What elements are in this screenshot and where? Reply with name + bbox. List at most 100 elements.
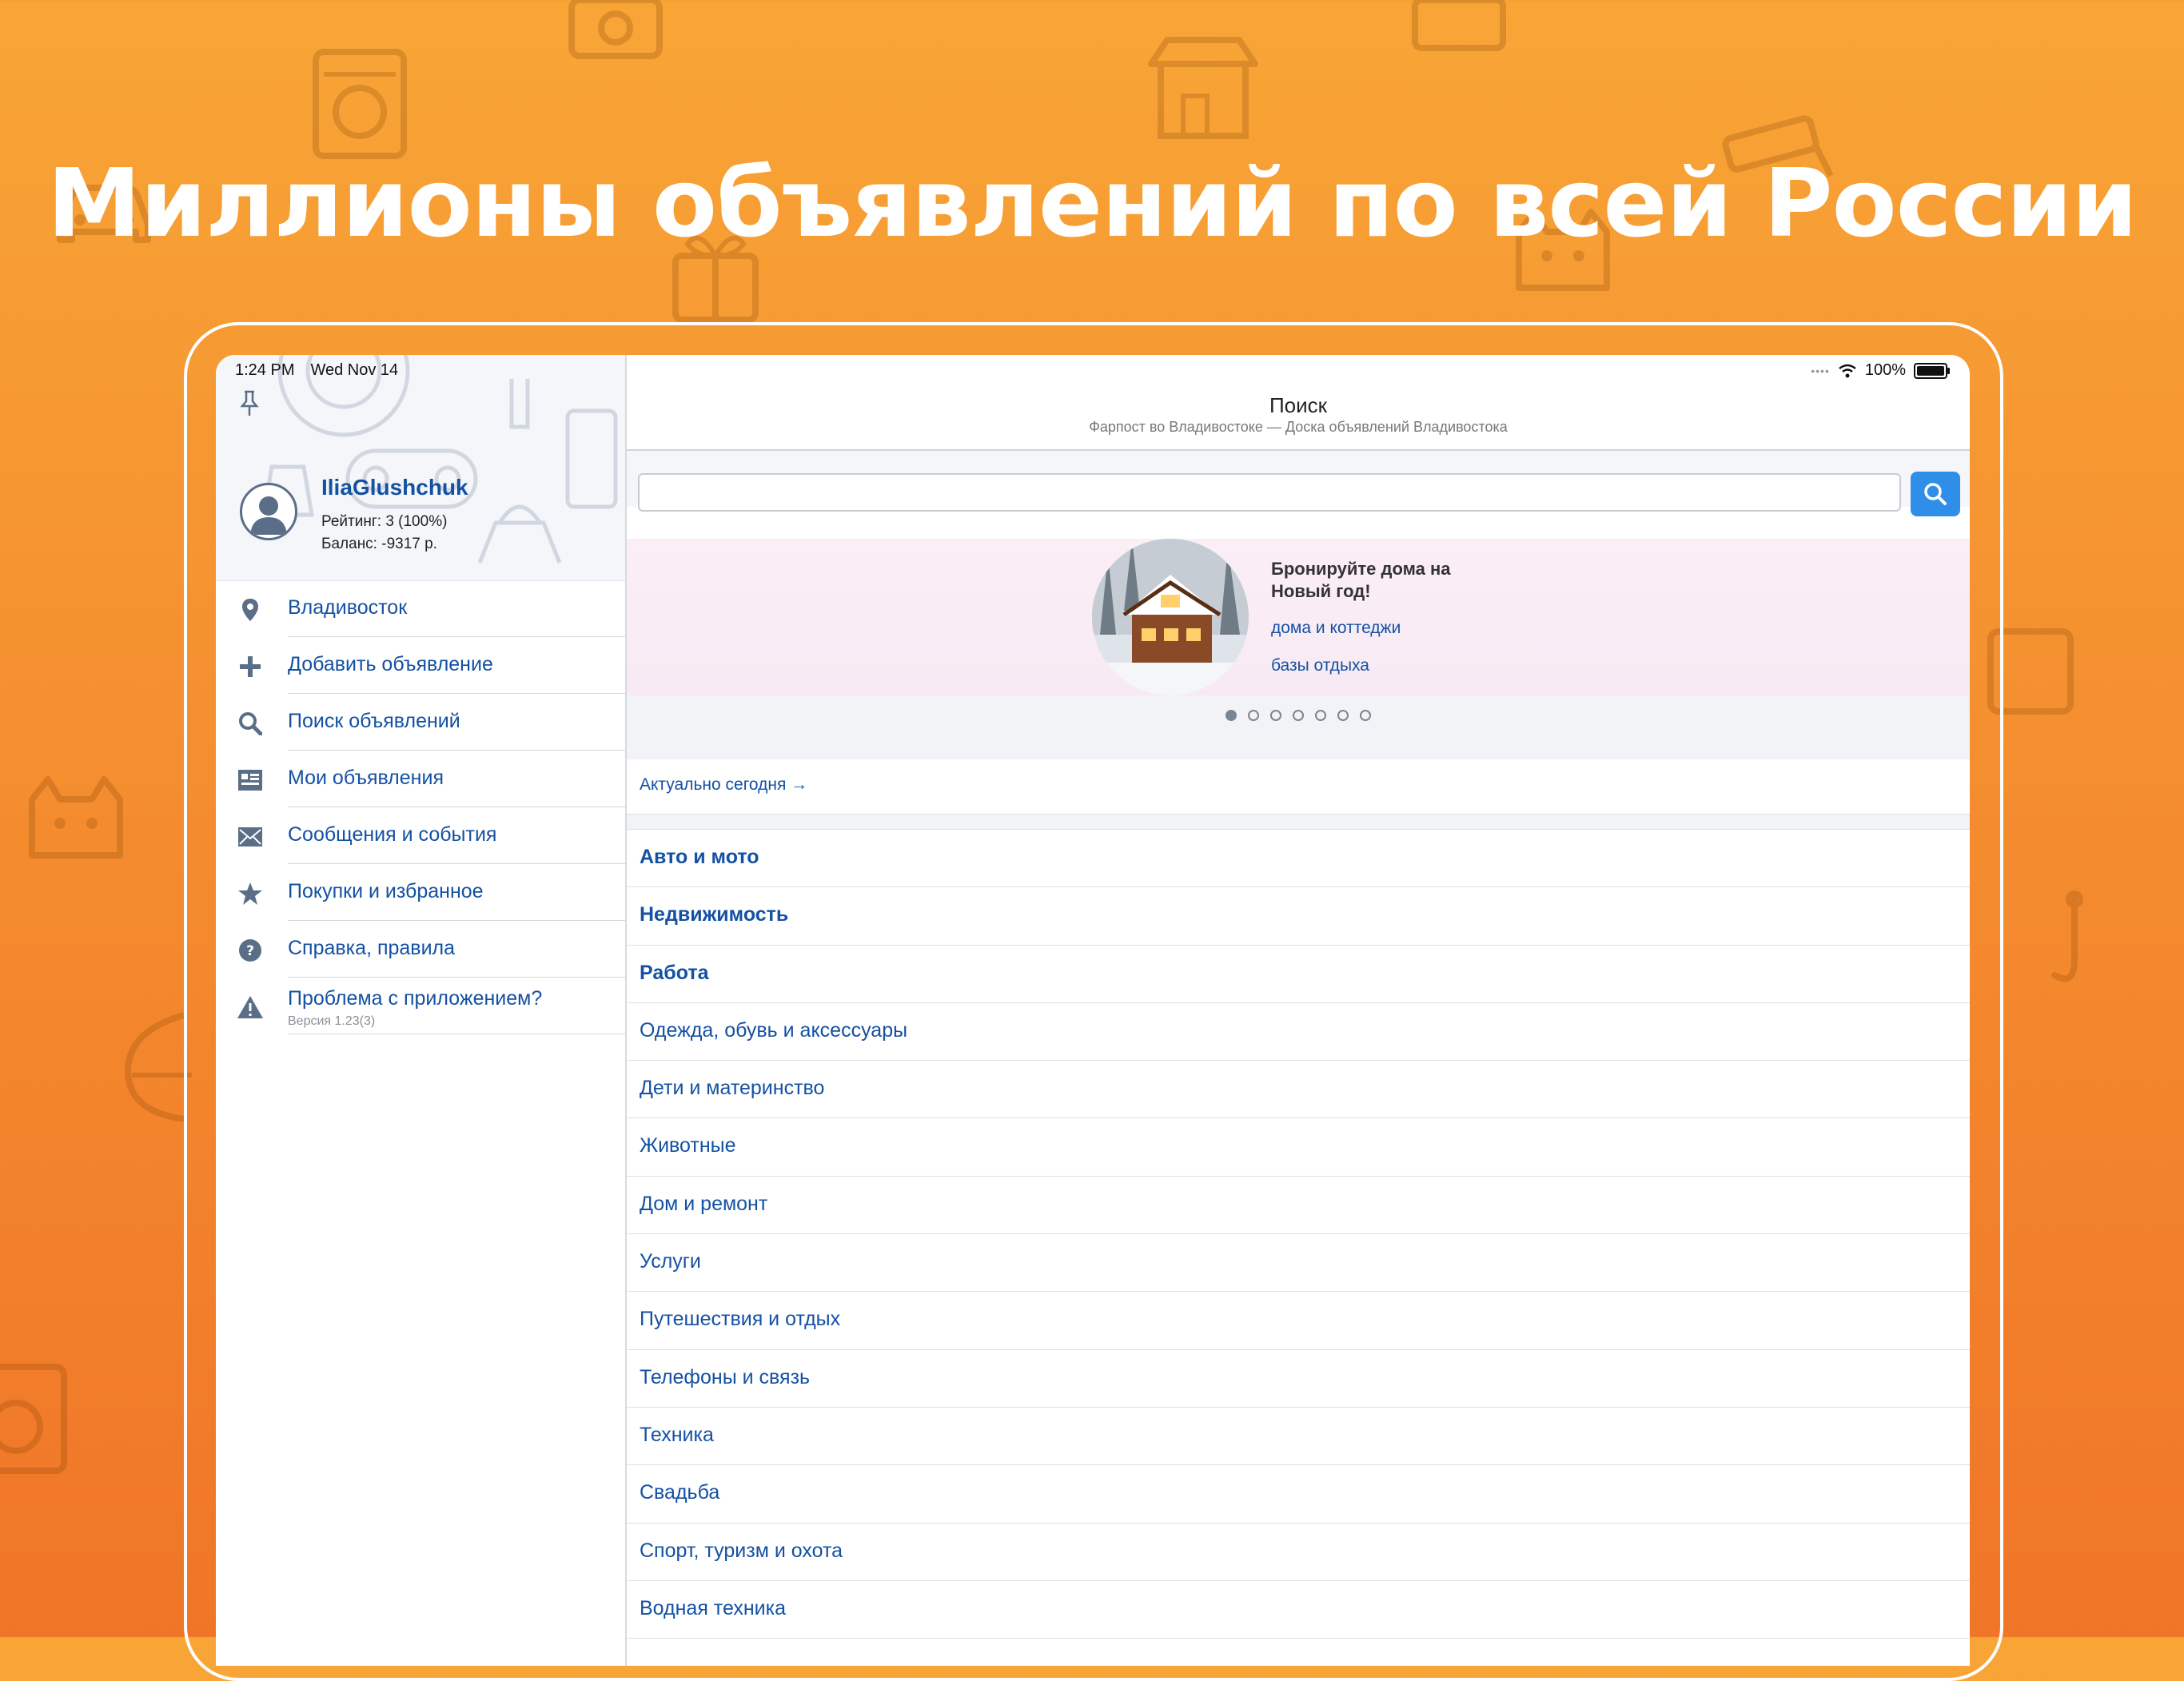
decorative-cat-icon-left — [16, 767, 136, 871]
category-row[interactable]: Свадьба — [627, 1465, 1970, 1524]
search-button-icon — [1924, 483, 1947, 505]
sidebar-item-label: Добавить объявление — [288, 653, 493, 675]
app-version: Версия 1.23(3) — [288, 1014, 376, 1028]
category-row[interactable]: Одежда, обувь и аксессуары — [627, 1003, 1970, 1062]
status-date: Wed Nov 14 — [310, 361, 399, 379]
category-label: Работа — [640, 961, 709, 984]
carousel-dot[interactable] — [1226, 710, 1237, 721]
sidebar-item-favorites[interactable]: Покупки и избранное — [216, 864, 625, 921]
banner-link-houses[interactable]: дома и коттеджи — [1271, 619, 1401, 638]
category-label: Водная техника — [640, 1596, 786, 1619]
sidebar-item-label: Сообщения и события — [288, 823, 497, 846]
search-button[interactable] — [1911, 472, 1960, 516]
user-balance: Баланс: -9317 р. — [321, 536, 437, 552]
sidebar-menu: Владивосток Добавить объявление Поиск об… — [216, 580, 625, 1034]
status-bar-left: 1:24 PM Wed Nov 14 — [235, 361, 414, 380]
today-link-row[interactable]: Актуально сегодня → — [627, 759, 1970, 815]
wifi-icon — [1839, 364, 1856, 377]
sidebar-item-label: Проблема с приложением? — [288, 987, 543, 1010]
carousel-dot[interactable] — [1248, 710, 1259, 721]
category-label: Спорт, туризм и охота — [640, 1539, 843, 1562]
battery-icon — [1914, 362, 1950, 379]
decorative-store-icon — [1143, 32, 1263, 144]
sidebar-item-city[interactable]: Владивосток — [216, 580, 625, 637]
sidebar-item-add-ad[interactable]: Добавить объявление — [216, 637, 625, 694]
sidebar-item-label: Мои объявления — [288, 767, 444, 789]
category-row[interactable]: Дом и ремонт — [627, 1177, 1970, 1235]
category-row[interactable]: Работа — [627, 946, 1970, 1003]
today-link[interactable]: Актуально сегодня → — [640, 775, 807, 795]
avatar[interactable] — [240, 483, 297, 540]
sidebar-item-label: Справка, правила — [288, 937, 456, 959]
category-label: Животные — [640, 1134, 736, 1157]
banner-link-resorts[interactable]: базы отдыха — [1271, 656, 1369, 675]
user-avatar-icon — [250, 496, 287, 535]
svg-text:?: ? — [246, 943, 254, 959]
carousel-dot[interactable] — [1315, 710, 1326, 721]
tablet-screen: 1:24 PM Wed Nov 14 IliaGlushchuk Рейтинг:… — [216, 355, 1970, 1666]
search-icon — [237, 710, 264, 737]
profile-header: 1:24 PM Wed Nov 14 IliaGlushchuk Рейтинг:… — [216, 355, 625, 581]
category-label: Путешествия и отдых — [640, 1308, 841, 1331]
decorative-hook-icon — [2039, 887, 2110, 999]
carousel-dot[interactable] — [1293, 710, 1304, 721]
page-title: Поиск — [1269, 393, 1328, 417]
ads-list-icon — [237, 767, 264, 794]
status-bar-right: •••• 100% — [1811, 361, 1950, 380]
warning-icon — [237, 994, 264, 1021]
category-list: Авто и мото Недвижимость Работа Одежда, обу… — [627, 830, 1970, 1639]
category-row[interactable]: Водная техника — [627, 1581, 1970, 1639]
decorative-washer-icon-left — [0, 1359, 72, 1479]
carousel-dot[interactable] — [1360, 710, 1371, 721]
category-row[interactable]: Недвижимость — [627, 887, 1970, 946]
category-row[interactable]: Авто и мото — [627, 830, 1970, 888]
sidebar-item-label: Покупки и избранное — [288, 880, 484, 902]
battery-percent: 100% — [1864, 361, 1906, 379]
username[interactable]: IliaGlushchuk — [321, 475, 468, 500]
category-row[interactable]: Дети и материнство — [627, 1061, 1970, 1119]
headline: Миллионы объявлений по всей России — [47, 148, 2138, 258]
status-time: 1:24 PM — [235, 361, 295, 379]
star-icon — [237, 880, 264, 907]
signal-dots-icon: •••• — [1811, 364, 1830, 377]
decorative-camera-icon — [564, 0, 668, 64]
category-row[interactable]: Техника — [627, 1408, 1970, 1466]
category-row[interactable]: Телефоны и связь — [627, 1350, 1970, 1408]
sidebar-item-search[interactable]: Поиск объявлений — [216, 694, 625, 751]
search-bar — [627, 451, 1970, 516]
help-icon: ? — [237, 937, 264, 964]
sidebar-item-messages[interactable]: Сообщения и события — [216, 807, 625, 864]
sidebar-item-my-ads[interactable]: Мои объявления — [216, 751, 625, 807]
banner-title: Бронируйте дома на Новый год! — [1271, 559, 1451, 601]
promo-banner[interactable]: Бронируйте дома на Новый год! дома и кот… — [627, 539, 1970, 695]
carousel-dot[interactable] — [1270, 710, 1281, 721]
category-label: Телефоны и связь — [640, 1365, 811, 1388]
carousel-pager — [627, 695, 1970, 759]
category-label: Авто и мото — [640, 846, 759, 868]
category-label: Дети и материнство — [640, 1077, 825, 1100]
category-row[interactable]: Животные — [627, 1118, 1970, 1177]
main-panel: •••• 100% Поиск Фарпост во Владивостоке … — [627, 355, 1970, 1666]
envelope-icon — [237, 823, 264, 850]
category-label: Дом и ремонт — [640, 1192, 768, 1215]
decorative-washer-icon — [308, 44, 412, 164]
plus-icon — [237, 653, 264, 680]
cabin-image — [1092, 539, 1249, 695]
category-label: Недвижимость — [640, 903, 789, 926]
carousel-dots — [627, 710, 1970, 721]
sidebar-item-app-problem[interactable]: Проблема с приложением? Версия 1.23(3) — [216, 978, 625, 1034]
sidebar-item-help[interactable]: ? Справка, правила — [216, 921, 625, 978]
search-input[interactable] — [638, 473, 1901, 512]
category-label: Техника — [640, 1423, 714, 1446]
category-row[interactable]: Спорт, туризм и охота — [627, 1524, 1970, 1581]
category-row[interactable]: Путешествия и отдых — [627, 1292, 1970, 1350]
user-rating: Рейтинг: 3 (100%) — [321, 513, 448, 530]
decorative-wallet-icon — [1407, 0, 1511, 56]
category-row[interactable]: Услуги — [627, 1234, 1970, 1293]
category-label: Услуги — [640, 1250, 701, 1273]
category-label: Одежда, обувь и аксессуары — [640, 1018, 908, 1042]
pin-icon[interactable] — [240, 390, 259, 421]
carousel-dot[interactable] — [1337, 710, 1349, 721]
section-gap — [627, 815, 1970, 830]
sidebar-item-label: Поиск объявлений — [288, 710, 460, 732]
